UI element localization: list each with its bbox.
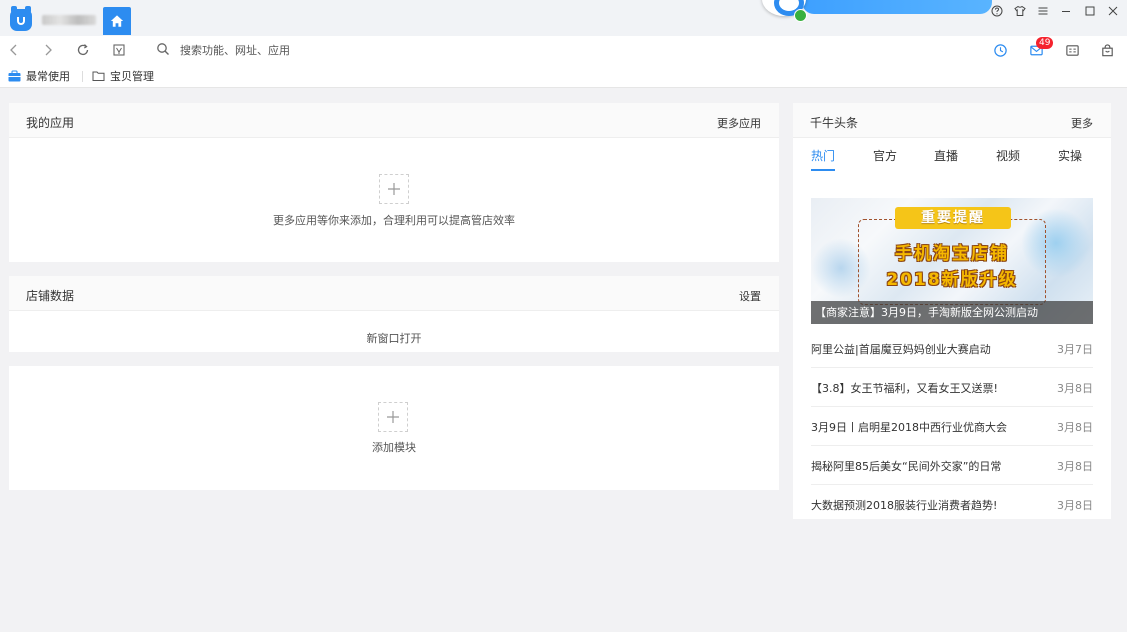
plus-icon — [387, 411, 399, 423]
settings-link[interactable]: 设置 — [739, 288, 761, 304]
news-date: 3月7日 — [1057, 343, 1093, 356]
news-title: 揭秘阿里85后美女“民间外交家”的日常 — [811, 460, 1002, 473]
my-apps-panel: 我的应用 更多应用 更多应用等你来添加，合理利用可以提高管店效率 — [9, 103, 779, 262]
refresh-icon — [77, 44, 89, 56]
online-check-icon — [794, 9, 807, 22]
bookmark-divider — [82, 71, 83, 82]
minimize-button[interactable] — [1057, 3, 1075, 19]
minimize-icon — [1062, 11, 1070, 12]
panel-header: 店铺数据 设置 — [9, 276, 779, 311]
maximize-button[interactable] — [1081, 3, 1099, 19]
title-bar — [0, 0, 1127, 36]
help-button[interactable] — [988, 3, 1006, 19]
tab-official[interactable]: 官方 — [873, 147, 897, 164]
arrow-right-icon — [45, 44, 52, 56]
news-title: 【3.8】女王节福利，又看女王又送票! — [811, 382, 998, 395]
bookmark-item-management[interactable]: 宝贝管理 — [92, 68, 154, 84]
shop-button[interactable] — [1099, 42, 1115, 58]
refresh-button[interactable] — [75, 42, 91, 58]
tab-video[interactable]: 视频 — [996, 147, 1020, 164]
maximize-icon — [1085, 6, 1095, 16]
close-button[interactable] — [1104, 3, 1122, 19]
forward-button[interactable] — [40, 42, 56, 58]
qianniu-logo-icon — [10, 6, 32, 31]
add-app-button[interactable] — [379, 174, 409, 204]
tab-practice[interactable]: 实操 — [1058, 147, 1082, 164]
banner-ribbon: 重要提醒 — [895, 207, 1011, 229]
add-app-hint: 更多应用等你来添加，合理利用可以提高管店效率 — [273, 214, 515, 227]
search-input[interactable] — [180, 41, 480, 59]
home-tab[interactable] — [103, 7, 131, 35]
menu-button[interactable] — [1034, 3, 1052, 19]
tab-hot[interactable]: 热门 — [811, 147, 836, 171]
clock-icon — [993, 43, 1007, 57]
panel-header: 我的应用 更多应用 — [9, 103, 779, 138]
help-icon — [991, 5, 1003, 17]
news-banner[interactable]: 重要提醒 手机淘宝店铺 2018新版升级 【商家注意】3月9日，手淘新版全网公测… — [811, 198, 1093, 324]
add-module-button[interactable] — [378, 402, 408, 432]
close-icon — [1108, 6, 1118, 16]
card-icon — [1065, 44, 1079, 56]
add-module-label: 添加模块 — [372, 441, 416, 454]
banner-caption: 【商家注意】3月9日，手淘新版全网公测启动 — [811, 301, 1093, 324]
navigation-bar — [0, 36, 1127, 64]
news-tabs: 热门 官方 直播 视频 实操 — [811, 147, 1093, 173]
folder-icon — [92, 71, 105, 81]
back-button[interactable] — [6, 42, 22, 58]
tab-live[interactable]: 直播 — [934, 147, 958, 164]
screenshot-icon — [113, 44, 125, 56]
bookmark-label: 最常使用 — [26, 70, 70, 83]
news-date: 3月8日 — [1057, 499, 1093, 512]
shirt-icon — [1014, 5, 1026, 16]
add-module-panel: 添加模块 — [9, 366, 779, 490]
more-apps-link[interactable]: 更多应用 — [717, 115, 761, 131]
workbench-button[interactable] — [1064, 42, 1080, 58]
reminder-button[interactable] — [992, 42, 1008, 58]
list-item[interactable]: 3月9日丨启明星2018中西行业优商大会 3月8日 — [811, 407, 1093, 446]
news-list: 阿里公益|首届魔豆妈妈创业大赛启动 3月7日 【3.8】女王节福利，又看女王又送… — [811, 329, 1093, 524]
bookmark-bar: 最常使用 宝贝管理 — [0, 64, 1127, 88]
news-title: 3月9日丨启明星2018中西行业优商大会 — [811, 421, 1007, 434]
list-item[interactable]: 大数据预测2018服装行业消费者趋势! 3月8日 — [811, 485, 1093, 524]
bag-icon — [1101, 43, 1113, 56]
panel-title: 千牛头条 — [810, 116, 859, 130]
floating-assistant-widget[interactable] — [762, 0, 992, 22]
panel-title: 我的应用 — [26, 116, 75, 130]
news-title: 阿里公益|首届魔豆妈妈创业大赛启动 — [811, 343, 991, 356]
search-icon — [157, 43, 169, 55]
banner-headline: 手机淘宝店铺 — [895, 244, 1009, 264]
arrow-left-icon — [10, 44, 17, 56]
panel-header: 千牛头条 更多 — [793, 103, 1111, 138]
home-icon — [110, 15, 124, 27]
list-item[interactable]: 揭秘阿里85后美女“民间外交家”的日常 3月8日 — [811, 446, 1093, 485]
skin-button[interactable] — [1011, 3, 1029, 19]
banner-subheadline: 2018新版升级 — [886, 270, 1018, 290]
news-date: 3月8日 — [1057, 460, 1093, 473]
list-item[interactable]: 【3.8】女王节福利，又看女王又送票! 3月8日 — [811, 368, 1093, 407]
news-title: 大数据预测2018服装行业消费者趋势! — [811, 499, 998, 512]
list-item[interactable]: 阿里公益|首届魔豆妈妈创业大赛启动 3月7日 — [811, 329, 1093, 368]
plus-icon — [388, 183, 400, 195]
panel-title: 店铺数据 — [26, 289, 75, 303]
bookmark-label: 宝贝管理 — [110, 70, 154, 83]
toolbox-icon — [8, 70, 21, 82]
news-date: 3月8日 — [1057, 382, 1093, 395]
store-data-panel: 店铺数据 设置 新窗口打开 — [9, 276, 779, 352]
account-name-blurred[interactable] — [42, 15, 96, 25]
news-more-link[interactable]: 更多 — [1071, 115, 1093, 131]
screenshot-button[interactable] — [111, 42, 127, 58]
unread-mail-badge: 49 — [1036, 37, 1054, 49]
hamburger-icon — [1038, 7, 1048, 15]
news-panel: 千牛头条 更多 热门 官方 直播 视频 实操 重要提醒 手机淘宝店铺 2018新… — [793, 103, 1111, 519]
news-date: 3月8日 — [1057, 421, 1093, 434]
open-new-window-link[interactable]: 新窗口打开 — [9, 330, 779, 346]
bookmark-frequent[interactable]: 最常使用 — [8, 68, 70, 84]
